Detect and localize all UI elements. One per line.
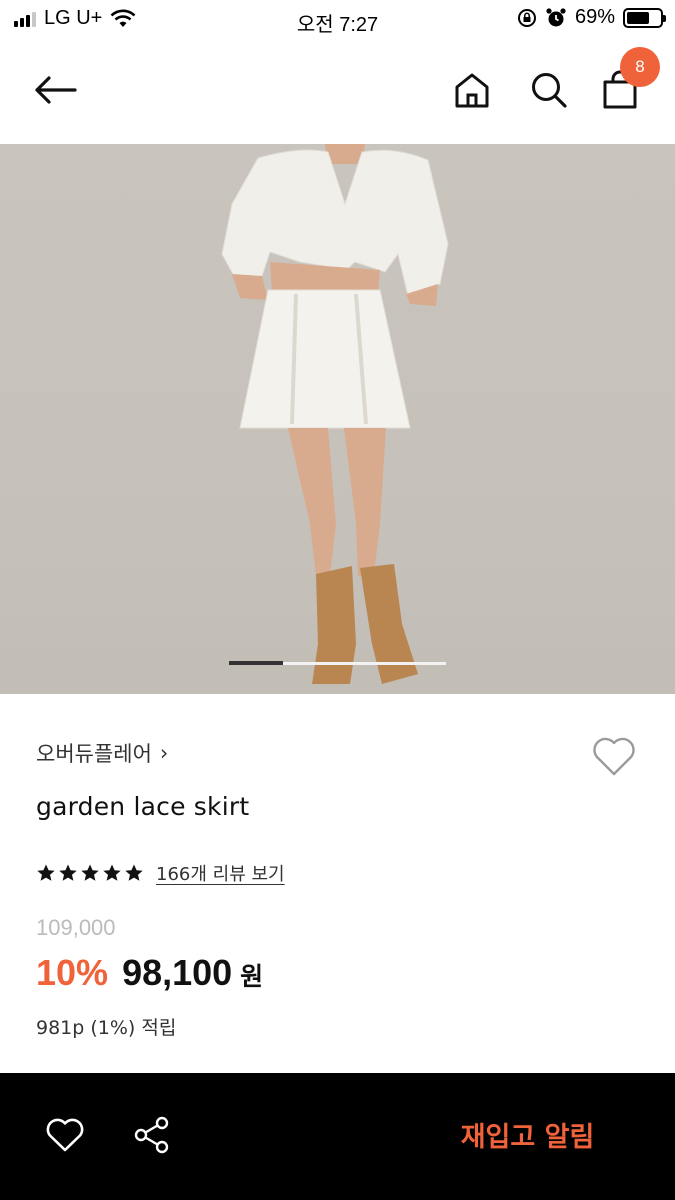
battery-percent: 69%: [574, 6, 615, 28]
battery-fill: [627, 11, 650, 24]
product-name: garden lace skirt: [36, 792, 250, 821]
status-bar: LG U+ 오전 7:27 69%: [0, 0, 675, 40]
discount-rate: 10%: [36, 952, 109, 993]
heart-icon: [593, 737, 635, 776]
reward-points: 981p (1%) 적립: [36, 1017, 177, 1039]
sale-price: 98,100: [122, 952, 233, 993]
rating-stars: [36, 863, 144, 883]
product-photo: [0, 144, 675, 694]
back-button[interactable]: [30, 68, 80, 112]
star-icon: [81, 864, 99, 881]
price-row: 10% 98,100 원: [36, 952, 263, 994]
original-price: 109,000: [36, 915, 116, 940]
brand-link[interactable]: 오버듀플레어 ›: [36, 738, 168, 768]
share-icon: [134, 1116, 169, 1154]
star-icon: [37, 864, 55, 881]
chevron-right-icon: ›: [159, 741, 169, 765]
bottom-wishlist-button[interactable]: [42, 1113, 88, 1157]
restock-alert-button[interactable]: 재입고 알림: [420, 1109, 635, 1159]
star-icon: [103, 864, 121, 881]
carousel-progress-fill: [229, 661, 284, 665]
review-link[interactable]: 166개 리뷰 보기: [156, 860, 285, 886]
star-icon: [125, 864, 143, 881]
bottom-action-bar: 재입고 알림: [0, 1073, 675, 1200]
battery-icon: [623, 7, 666, 28]
share-button[interactable]: [130, 1113, 174, 1157]
star-icon: [59, 864, 77, 881]
home-button[interactable]: [450, 66, 494, 114]
app-header: [0, 40, 675, 144]
search-button[interactable]: [527, 66, 571, 114]
heart-icon: [46, 1118, 84, 1152]
search-icon: [532, 73, 567, 108]
currency-unit: 원: [240, 962, 264, 991]
status-right: 69%: [517, 6, 666, 29]
back-arrow-icon: [35, 76, 77, 104]
home-icon: [455, 73, 489, 108]
rotation-lock-icon: [517, 8, 536, 27]
rating-row: 166개 리뷰 보기: [36, 860, 285, 886]
brand-name: 오버듀플레어: [36, 742, 152, 766]
product-image[interactable]: [0, 144, 675, 694]
cart-count-badge: 8: [620, 47, 660, 87]
alarm-icon: [546, 7, 566, 26]
wishlist-button[interactable]: [590, 734, 638, 778]
